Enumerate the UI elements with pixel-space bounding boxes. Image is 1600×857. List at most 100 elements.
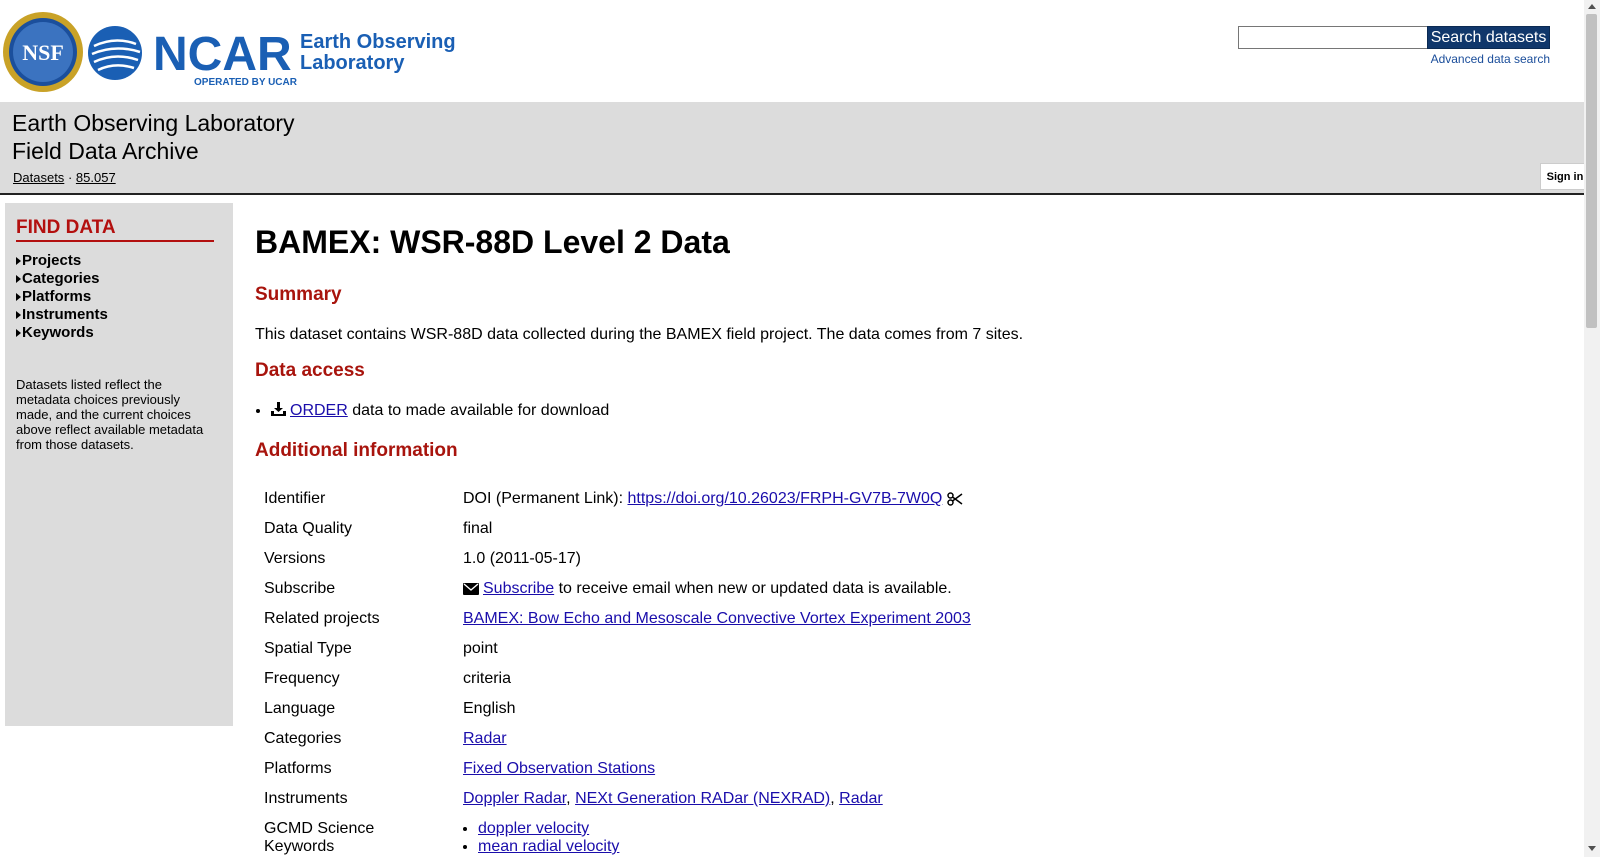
categories-value: Radar <box>455 725 979 755</box>
frequency-label: Frequency <box>264 670 340 687</box>
summary-text: This dataset contains WSR-88D data colle… <box>255 326 1024 343</box>
vertical-scrollbar[interactable] <box>1584 0 1600 857</box>
language-value: English <box>463 700 516 717</box>
list-item: doppler velocity <box>478 820 971 838</box>
instruments-label: Instruments <box>264 790 348 807</box>
sidebar-item-label: Instruments <box>22 306 108 323</box>
sign-in-button[interactable]: Sign in <box>1540 163 1590 190</box>
nsf-logo[interactable]: NSF <box>2 10 84 94</box>
scissors-icon[interactable] <box>947 492 963 506</box>
frequency-value: criteria <box>463 670 512 687</box>
sidebar-note: Datasets listed reflect the metadata cho… <box>16 377 204 452</box>
nsf-logo-text: NSF <box>22 40 64 65</box>
sidebar-item-categories[interactable]: Categories <box>16 270 223 288</box>
spatial-type-value: point <box>463 640 498 657</box>
project-link[interactable]: BAMEX: Bow Echo and Mesoscale Convective… <box>463 610 971 627</box>
categories-label: Categories <box>264 730 342 747</box>
table-row: Related projects BAMEX: Bow Echo and Mes… <box>256 605 979 635</box>
table-row: Data Quality final <box>256 515 979 545</box>
versions-label: Versions <box>264 550 326 567</box>
info-table: Identifier DOI (Permanent Link): https:/… <box>256 485 979 856</box>
scroll-up-arrow-icon[interactable] <box>1588 4 1596 9</box>
instrument-link-nexrad[interactable]: NEXt Generation RADar (NEXRAD) <box>575 790 830 807</box>
page-title: BAMEX: WSR-88D Level 2 Data <box>255 224 730 260</box>
keyword-link-doppler-velocity[interactable]: doppler velocity <box>478 820 589 837</box>
site-title-line2: Field Data Archive <box>12 138 199 164</box>
instrument-separator: , <box>566 790 576 807</box>
search-datasets-button[interactable]: Search datasets <box>1427 26 1550 49</box>
instrument-link-radar[interactable]: Radar <box>839 790 883 807</box>
list-item: ORDER data to made available for downloa… <box>271 402 609 420</box>
gcmd-keyword-list: doppler velocity mean radial velocity <box>463 820 971 856</box>
instrument-separator: , <box>830 790 840 807</box>
breadcrumb-datasets[interactable]: Datasets <box>13 170 64 185</box>
list-item: mean radial velocity <box>478 838 971 856</box>
spatial-type-label: Spatial Type <box>264 640 352 657</box>
table-row: Frequency criteria <box>256 665 979 695</box>
identifier-label: Identifier <box>264 490 326 507</box>
breadcrumb-dataset-id[interactable]: 85.057 <box>76 170 116 185</box>
instruments-value: Doppler Radar, NEXt Generation RADar (NE… <box>455 785 979 815</box>
scroll-down-arrow-icon[interactable] <box>1588 846 1596 851</box>
data-quality-value: final <box>463 520 493 537</box>
doi-prefix: DOI (Permanent Link): <box>463 490 628 507</box>
eol-line2: Laboratory <box>300 52 405 74</box>
caret-right-icon <box>16 329 21 337</box>
language-label: Language <box>264 700 336 717</box>
instrument-link-doppler-radar[interactable]: Doppler Radar <box>463 790 566 807</box>
main-content: BAMEX: WSR-88D Level 2 Data Summary This… <box>255 222 1545 855</box>
keyword-link-mean-radial-velocity[interactable]: mean radial velocity <box>478 838 619 855</box>
ncar-logo[interactable]: NCAR Earth Observing Laboratory OPERATED… <box>88 22 468 92</box>
caret-right-icon <box>16 311 21 319</box>
breadcrumb-separator: · <box>67 170 73 185</box>
sidebar-item-keywords[interactable]: Keywords <box>16 324 223 342</box>
advanced-search-link[interactable]: Advanced data search <box>1431 52 1550 66</box>
platform-link[interactable]: Fixed Observation Stations <box>463 760 655 777</box>
breadcrumb: Datasets · 85.057 <box>13 170 116 185</box>
sidebar-item-platforms[interactable]: Platforms <box>16 288 223 306</box>
subscribe-link[interactable]: Subscribe <box>483 580 554 597</box>
caret-right-icon <box>16 275 21 283</box>
related-projects-value: BAMEX: Bow Echo and Mesoscale Convective… <box>455 605 979 635</box>
versions-value: 1.0 (2011-05-17) <box>463 550 581 567</box>
table-row: Subscribe Subscribe to receive email whe… <box>256 575 979 605</box>
sidebar-item-instruments[interactable]: Instruments <box>16 306 223 324</box>
sidebar-item-projects[interactable]: Projects <box>16 252 223 270</box>
table-row: Versions 1.0 (2011-05-17) <box>256 545 979 575</box>
summary-heading: Summary <box>255 284 342 305</box>
site-title-line1: Earth Observing Laboratory <box>12 110 295 136</box>
site-header: NSF NCAR Earth Observing Laboratory OPER… <box>0 0 1584 102</box>
identifier-value: DOI (Permanent Link): https://doi.org/10… <box>455 485 979 515</box>
subscribe-value: Subscribe to receive email when new or u… <box>455 575 979 605</box>
download-icon <box>271 402 286 416</box>
find-data-heading: FIND DATA <box>16 217 214 242</box>
sidebar-item-label: Projects <box>22 252 82 269</box>
gcmd-keywords-label: GCMD Science Keywords <box>264 820 375 855</box>
sidebar-item-label: Platforms <box>22 288 92 305</box>
caret-right-icon <box>16 257 21 265</box>
table-row: Spatial Type point <box>256 635 979 665</box>
table-row: GCMD Science Keywords doppler velocity m… <box>256 815 979 856</box>
table-row: Identifier DOI (Permanent Link): https:/… <box>256 485 979 515</box>
ncar-wordmark: NCAR <box>153 28 292 81</box>
sidebar: FIND DATA Projects Categories Platforms … <box>5 203 233 726</box>
related-projects-label: Related projects <box>264 610 380 627</box>
scrollbar-thumb[interactable] <box>1586 14 1597 328</box>
data-quality-label: Data Quality <box>264 520 353 537</box>
order-description: data to made available for download <box>347 402 610 419</box>
doi-link[interactable]: https://doi.org/10.26023/FRPH-GV7B-7W0Q <box>628 490 943 507</box>
data-access-list: ORDER data to made available for downloa… <box>255 402 609 420</box>
subscribe-label: Subscribe <box>264 580 336 597</box>
operated-by: OPERATED BY UCAR <box>194 77 298 88</box>
search-input[interactable] <box>1238 26 1428 49</box>
table-row: Categories Radar <box>256 725 979 755</box>
table-row: Language English <box>256 695 979 725</box>
platforms-label: Platforms <box>264 760 332 777</box>
table-row: Instruments Doppler Radar, NEXt Generati… <box>256 785 979 815</box>
subscribe-text: to receive email when new or updated dat… <box>554 580 952 597</box>
eol-line1: Earth Observing <box>300 31 456 53</box>
title-bar: Earth Observing Laboratory Field Data Ar… <box>0 102 1584 195</box>
category-link-radar[interactable]: Radar <box>463 730 507 747</box>
order-link[interactable]: ORDER <box>290 402 348 419</box>
gcmd-keywords-value: doppler velocity mean radial velocity <box>455 815 979 856</box>
